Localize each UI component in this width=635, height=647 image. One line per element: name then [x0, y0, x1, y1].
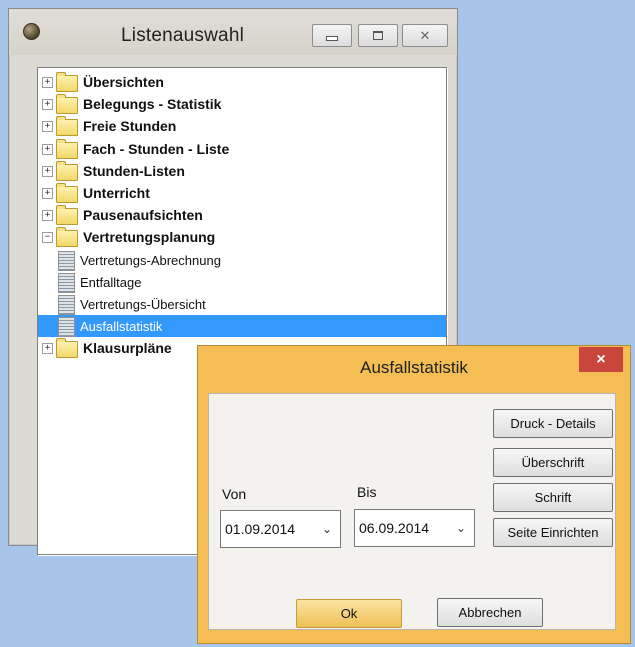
von-label: Von — [222, 486, 247, 502]
ueberschrift-button[interactable]: Überschrift — [493, 448, 613, 477]
folder-icon — [56, 183, 78, 203]
maximize-button[interactable] — [358, 24, 398, 47]
expand-icon[interactable]: + — [42, 121, 53, 133]
tree-item-label: Entfalltage — [80, 274, 142, 290]
minimize-icon — [326, 36, 338, 41]
expand-icon[interactable]: + — [42, 99, 53, 111]
tree-folder-node[interactable]: + Stunden-Listen — [38, 160, 446, 182]
tree-node-label: Belegungs - Statistik — [83, 96, 222, 113]
dialog-titlebar[interactable]: Ausfallstatistik × — [198, 346, 630, 384]
tree-item-label: Vertretungs-Übersicht — [80, 297, 206, 312]
tree-folder-node[interactable]: + Freie Stunden — [38, 115, 446, 137]
window-titlebar[interactable]: Listenauswahl ✕ — [9, 9, 457, 55]
report-icon — [58, 295, 75, 315]
report-icon — [58, 317, 75, 338]
chevron-down-icon: ⌄ — [321, 522, 332, 536]
tree-item-node[interactable]: Vertretungs-Abrechnung — [38, 249, 446, 271]
folder-icon — [56, 227, 78, 248]
tree-item-node[interactable]: Vertretungs-Übersicht — [38, 293, 446, 315]
bis-date-value: 06.09.2014 — [359, 520, 430, 536]
tree-item-node[interactable]: Ausfallstatistik — [38, 315, 446, 338]
tree-node-label: Stunden-Listen — [83, 162, 185, 179]
tree-node-label: Klausurpläne — [83, 340, 172, 357]
tree-folder-node[interactable]: − Vertretungsplanung — [38, 226, 446, 248]
folder-icon — [56, 94, 78, 115]
maximize-icon — [373, 31, 383, 40]
close-icon: ✕ — [419, 28, 431, 43]
druck-details-button[interactable]: Druck - Details — [493, 409, 613, 438]
app-icon — [23, 23, 40, 40]
folder-icon — [56, 116, 78, 137]
dialog-title: Ausfallstatistik — [360, 358, 468, 377]
expand-icon[interactable]: + — [42, 165, 53, 177]
folder-icon — [56, 72, 78, 92]
tree-folder-node[interactable]: + Belegungs - Statistik — [38, 93, 446, 115]
folder-icon — [56, 160, 78, 181]
expand-icon[interactable]: + — [42, 143, 53, 155]
tree-folder-node[interactable]: + Pausenaufsichten — [38, 204, 446, 226]
report-icon — [58, 250, 75, 271]
folder-icon — [56, 205, 78, 226]
tree-folder-node[interactable]: + Fach - Stunden - Liste — [38, 138, 446, 160]
tree-node-label: Unterricht — [83, 185, 150, 201]
tree-item-node[interactable]: Entfalltage — [38, 271, 446, 293]
tree-node-label: Pausenaufsichten — [83, 207, 203, 224]
minimize-button[interactable] — [312, 24, 352, 47]
von-date-select[interactable]: 01.09.2014 ⌄ — [220, 510, 341, 548]
seite-einrichten-button[interactable]: Seite Einrichten — [493, 518, 613, 547]
dialog-close-button[interactable]: × — [579, 347, 623, 372]
tree-folder-node[interactable]: + Unterricht — [38, 182, 446, 204]
chevron-down-icon: ⌄ — [455, 521, 466, 535]
abbrechen-button[interactable]: Abbrechen — [437, 598, 543, 627]
folder-icon — [56, 138, 78, 159]
expand-icon[interactable]: + — [42, 343, 53, 355]
expand-icon[interactable]: + — [42, 210, 53, 222]
report-icon — [58, 272, 75, 293]
tree-node-label: Fach - Stunden - Liste — [83, 140, 230, 157]
window-title: Listenauswahl — [121, 25, 245, 46]
ok-button[interactable]: Ok — [296, 599, 402, 628]
von-date-value: 01.09.2014 — [225, 521, 296, 537]
schrift-button[interactable]: Schrift — [493, 483, 613, 512]
expand-icon[interactable]: + — [42, 77, 53, 88]
ausfallstatistik-dialog: Ausfallstatistik × Von Bis 01.09.2014 ⌄ … — [197, 345, 631, 644]
tree-item-label: Ausfallstatistik — [80, 319, 163, 335]
tree-node-label: Vertretungsplanung — [83, 229, 216, 246]
tree-node-label: Übersichten — [83, 74, 164, 90]
tree-node-label: Freie Stunden — [83, 118, 177, 135]
folder-icon — [56, 338, 78, 359]
bis-label: Bis — [357, 484, 377, 500]
tree-folder-node[interactable]: + Übersichten — [38, 71, 446, 93]
close-button[interactable]: ✕ — [402, 24, 448, 47]
dialog-body: Von Bis 01.09.2014 ⌄ 06.09.2014 ⌄ Druck … — [208, 393, 616, 630]
expand-icon[interactable]: + — [42, 188, 53, 199]
tree-item-label: Vertretungs-Abrechnung — [80, 252, 221, 268]
bis-date-select[interactable]: 06.09.2014 ⌄ — [354, 509, 475, 547]
collapse-icon[interactable]: − — [42, 232, 53, 244]
